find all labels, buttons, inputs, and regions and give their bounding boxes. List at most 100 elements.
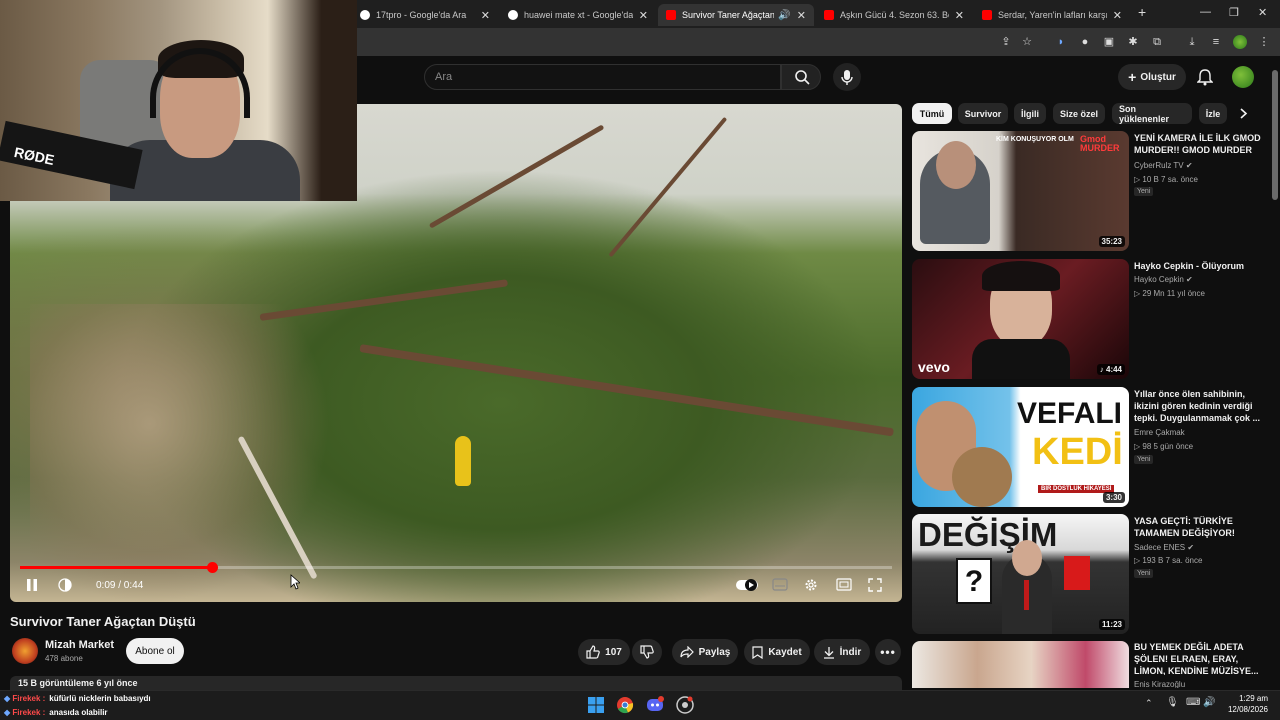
browser-tab-5[interactable]: Serdar, Yaren'in lafları karşısında ✕ xyxy=(974,4,1130,26)
notifications-bell-icon[interactable] xyxy=(1197,68,1213,86)
description-box[interactable]: 15 B görüntüleme 6 yıl önce xyxy=(10,676,902,690)
pause-icon[interactable] xyxy=(26,578,38,592)
download-button[interactable]: İndir xyxy=(814,639,870,665)
chip-watched[interactable]: İzle xyxy=(1199,103,1227,124)
subscribe-button[interactable]: Abone ol xyxy=(126,638,184,664)
tab-title: Survivor Taner Ağaçtan Düş xyxy=(682,10,775,20)
close-tab-icon[interactable]: ✕ xyxy=(481,9,490,22)
chat-message: ◆ Firekek : anasıda olabilir xyxy=(4,708,108,717)
theater-mode-icon[interactable] xyxy=(836,578,852,591)
chip-survivor[interactable]: Survivor xyxy=(958,103,1008,124)
chat-text: anasıda olabilir xyxy=(49,708,108,717)
seek-bar[interactable] xyxy=(20,562,892,573)
seek-bar-scrubber[interactable] xyxy=(206,562,218,573)
chip-for-you[interactable]: Size özel xyxy=(1053,103,1105,124)
rec-title[interactable]: YASA GEÇTİ: TÜRKİYE TAMAMEN DEĞİŞİYOR! xyxy=(1134,515,1262,539)
rec-channel[interactable]: Enis Kirazoğlu xyxy=(1134,680,1185,688)
rec-channel[interactable]: Emre Çakmak xyxy=(1134,428,1185,437)
more-actions-button[interactable]: ••• xyxy=(875,639,901,665)
extension-icon[interactable]: ◗ xyxy=(1054,35,1068,49)
obs-taskbar-icon[interactable] xyxy=(675,695,695,715)
rec-thumbnail[interactable]: VEFALI KEDİ BİR DOSTLUK HİKAYESİ 3:30 xyxy=(912,387,1129,507)
rec-thumbnail[interactable]: DEĞİŞİM ? 11:23 xyxy=(912,514,1129,634)
browser-tab-4[interactable]: Aşkın Gücü 4. Sezon 63. Bölüm ✕ xyxy=(816,4,972,26)
discord-taskbar-icon[interactable] xyxy=(645,695,665,715)
chip-recent[interactable]: Son yüklenenler xyxy=(1112,103,1192,124)
close-tab-icon[interactable]: ✕ xyxy=(639,9,648,22)
restore-icon[interactable]: ❐ xyxy=(1229,6,1239,19)
save-button[interactable]: Kaydet xyxy=(744,639,810,665)
rec-channel[interactable]: Sadece ENES ✔ xyxy=(1134,543,1194,552)
google-icon xyxy=(360,10,370,20)
chat-bullet-icon: ◆ xyxy=(4,694,11,703)
extension-icon[interactable]: ✱ xyxy=(1126,35,1140,49)
speaker-icon[interactable]: 🔊 xyxy=(778,10,790,21)
video-title: Survivor Taner Ağaçtan Düştü xyxy=(10,614,196,629)
taskbar-clock[interactable]: 1:29 am 12/08/2026 xyxy=(1220,693,1268,715)
chip-all[interactable]: Tümü xyxy=(912,103,952,124)
download-icon[interactable]: ⤓ xyxy=(1185,35,1199,49)
chip-related[interactable]: İlgili xyxy=(1014,103,1046,124)
tray-volume-icon[interactable]: 🔊 xyxy=(1203,697,1215,708)
extension-icon[interactable]: ● xyxy=(1078,35,1092,49)
rec-title[interactable]: YENİ KAMERA İLE İLK GMOD MURDER!! GMOD M… xyxy=(1134,132,1262,156)
chip-scroll-right[interactable] xyxy=(1228,103,1258,124)
search-input[interactable]: Ara xyxy=(424,64,781,90)
fullscreen-icon[interactable] xyxy=(868,578,882,592)
tray-network-icon[interactable]: ⌨ xyxy=(1186,697,1200,708)
close-tab-icon[interactable]: ✕ xyxy=(797,9,806,22)
tray-microphone-icon[interactable]: 🎙 xyxy=(1166,697,1179,708)
extensions-puzzle-icon[interactable]: ⧉ xyxy=(1150,35,1164,49)
account-avatar[interactable] xyxy=(1232,66,1254,88)
profile-avatar[interactable] xyxy=(1233,35,1247,49)
close-tab-icon[interactable]: ✕ xyxy=(1113,9,1122,22)
tray-overflow-chevron-icon[interactable]: ⌃ xyxy=(1145,698,1153,709)
windows-start-icon[interactable] xyxy=(586,695,606,715)
chat-text: küfürlü nicklerin babasıydı xyxy=(49,694,151,703)
scrollbar-thumb[interactable] xyxy=(1272,70,1278,200)
browser-tab-3-active[interactable]: Survivor Taner Ağaçtan Düş 🔊 ✕ xyxy=(658,4,814,26)
channel-avatar[interactable] xyxy=(12,638,38,664)
voice-search-button[interactable] xyxy=(833,63,861,91)
close-window-icon[interactable]: ✕ xyxy=(1258,6,1267,19)
duration-badge: ♪ 4:44 xyxy=(1096,364,1125,375)
create-button[interactable]: + Oluştur xyxy=(1118,64,1186,90)
search-button[interactable] xyxy=(781,64,821,90)
plus-icon: + xyxy=(1128,69,1137,85)
create-label: Oluştur xyxy=(1140,71,1176,83)
minimize-icon[interactable]: — xyxy=(1200,6,1211,18)
settings-gear-icon[interactable] xyxy=(804,578,818,592)
new-tab-icon[interactable]: + xyxy=(1138,4,1146,20)
dislike-button[interactable] xyxy=(632,639,662,665)
volume-icon[interactable] xyxy=(58,578,72,592)
rec-title[interactable]: Hayko Cepkin - Ölüyorum xyxy=(1134,260,1262,272)
channel-name[interactable]: Mizah Market xyxy=(45,639,114,651)
browser-tab-1[interactable]: 17tpro - Google'da Ara ✕ xyxy=(352,4,498,26)
rec-title[interactable]: BU YEMEK DEĞİL ADETA ŞÖLEN! ELRAEN, ERAY… xyxy=(1134,641,1262,675)
windows-taskbar xyxy=(0,690,1280,720)
install-app-icon[interactable]: ⇪ xyxy=(999,35,1013,49)
more-menu-icon[interactable]: ⋮ xyxy=(1257,35,1271,49)
browser-tab-2[interactable]: huawei mate xt - Google'da Ara ✕ xyxy=(500,4,656,26)
rec-title[interactable]: Yıllar önce ölen sahibinin, ikizini göre… xyxy=(1134,388,1262,424)
thumb-logo: Gmod MURDER xyxy=(1080,134,1120,153)
rec-thumbnail[interactable] xyxy=(912,641,1129,688)
chat-username: Firekek : xyxy=(12,694,46,703)
subtitles-icon[interactable] xyxy=(772,578,788,591)
vevo-logo: vevo xyxy=(918,359,950,375)
rec-thumbnail[interactable]: vevo ♪ 4:44 xyxy=(912,259,1129,379)
rec-channel[interactable]: Hayko Cepkin ✔ xyxy=(1134,275,1193,284)
chrome-taskbar-icon[interactable] xyxy=(615,695,635,715)
like-button[interactable]: 107 xyxy=(578,639,630,665)
close-tab-icon[interactable]: ✕ xyxy=(955,9,964,22)
like-count: 107 xyxy=(605,646,622,658)
save-label: Kaydet xyxy=(768,646,802,658)
rec-channel[interactable]: CyberRulz TV ✔ xyxy=(1134,161,1193,170)
reading-list-icon[interactable]: ≡ xyxy=(1209,35,1223,49)
rec-thumbnail[interactable]: KİM KONUŞUYOR OLM Gmod MURDER 35:23 xyxy=(912,131,1129,251)
bookmark-star-icon[interactable]: ☆ xyxy=(1020,35,1034,49)
share-button[interactable]: Paylaş xyxy=(672,639,738,665)
autoplay-toggle[interactable] xyxy=(736,578,758,592)
extension-icon[interactable]: ▣ xyxy=(1102,35,1116,49)
duration-badge: 35:23 xyxy=(1098,236,1125,247)
